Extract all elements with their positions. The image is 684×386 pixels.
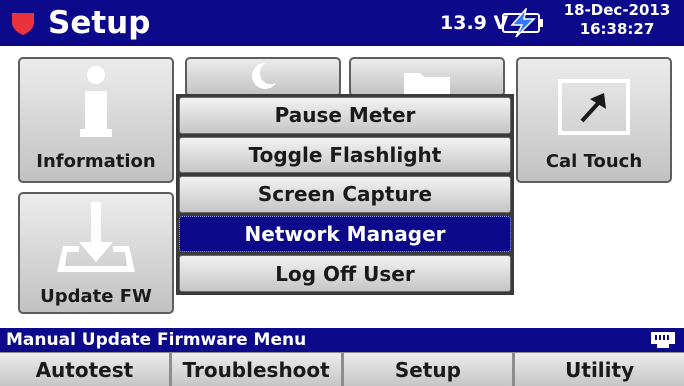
folder-icon xyxy=(404,73,450,97)
information-tile-label: Information xyxy=(36,151,156,172)
time-readout: 16:38:27 xyxy=(579,20,655,38)
bottom-nav: Autotest Troubleshoot Setup Utility xyxy=(0,352,684,386)
context-menu: Pause Meter Toggle Flashlight Screen Cap… xyxy=(176,94,514,295)
status-text: Manual Update Firmware Menu xyxy=(6,330,307,350)
menu-item-log-off-user[interactable]: Log Off User xyxy=(179,255,511,292)
tab-utility[interactable]: Utility xyxy=(515,352,684,386)
tab-troubleshoot[interactable]: Troubleshoot xyxy=(171,352,341,386)
information-tile[interactable]: Information xyxy=(18,57,174,183)
menu-item-pause-meter[interactable]: Pause Meter xyxy=(179,97,511,134)
menu-item-screen-capture[interactable]: Screen Capture xyxy=(179,176,511,213)
tab-autotest[interactable]: Autotest xyxy=(0,352,169,386)
update-fw-tile-label: Update FW xyxy=(40,286,152,307)
status-bar: Manual Update Firmware Menu xyxy=(0,328,684,352)
cal-touch-icon xyxy=(558,79,630,135)
night-mode-tile[interactable] xyxy=(185,57,341,97)
battery-charging-icon xyxy=(502,8,543,38)
download-tray-icon xyxy=(57,202,135,272)
ethernet-icon xyxy=(651,332,675,348)
tab-setup[interactable]: Setup xyxy=(343,352,513,386)
update-fw-tile[interactable]: Update FW xyxy=(18,192,174,314)
file-manager-tile[interactable] xyxy=(349,57,505,97)
cal-touch-tile[interactable]: Cal Touch xyxy=(516,57,672,183)
menu-item-network-manager[interactable]: Network Manager xyxy=(179,215,511,253)
date-readout: 18-Dec-2013 xyxy=(563,1,671,19)
moon-icon xyxy=(252,62,276,89)
cal-touch-tile-label: Cal Touch xyxy=(545,151,643,172)
info-icon xyxy=(80,66,112,137)
shield-icon xyxy=(12,13,34,35)
page-title: Setup xyxy=(48,5,151,41)
voltage-readout: 13.9 V xyxy=(440,12,509,34)
menu-item-toggle-flashlight[interactable]: Toggle Flashlight xyxy=(179,136,511,174)
title-bar: Setup 13.9 V 18-Dec-2013 16:38:27 xyxy=(0,0,684,46)
